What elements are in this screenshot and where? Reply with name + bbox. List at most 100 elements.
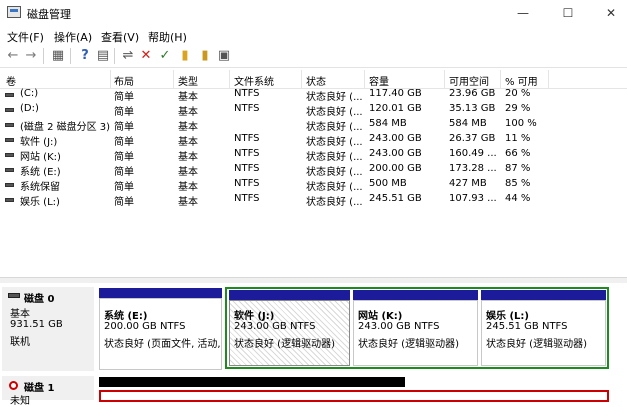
volume-row[interactable]: 系统 (E:) 简单 基本 NTFS 状态良好 (... 200.00 GB 1… — [0, 163, 627, 178]
partition-k-status: 状态良好 (逻辑驱动器) — [358, 339, 459, 350]
column-header-capacity[interactable]: 容量 — [369, 73, 389, 88]
column-divider[interactable] — [364, 70, 365, 88]
partition-k-size: 243.00 GB NTFS — [358, 321, 440, 332]
volume-row[interactable]: 软件 (J:) 简单 基本 NTFS 状态良好 (... 243.00 GB 2… — [0, 133, 627, 148]
toolbar-separator — [70, 48, 71, 64]
disk-1-area[interactable] — [99, 390, 609, 402]
column-header-volume[interactable]: 卷 — [6, 73, 16, 88]
volume-capacity: 245.51 GB — [369, 193, 422, 204]
properties-icon[interactable]: ▣ — [216, 48, 232, 64]
volume-layout: 简单 — [114, 197, 134, 208]
volume-capacity: 584 MB — [369, 118, 407, 129]
column-header-filesystem[interactable]: 文件系统 — [234, 73, 274, 88]
column-header-layout[interactable]: 布局 — [114, 73, 134, 88]
volume-capacity: 243.00 GB — [369, 148, 422, 159]
volume-row[interactable]: 网站 (K:) 简单 基本 NTFS 状态良好 (... 243.00 GB 1… — [0, 148, 627, 163]
column-header-percent-free[interactable]: % 可用 — [505, 73, 538, 88]
volume-percent-free: 44 % — [505, 193, 531, 204]
disk-icon — [8, 293, 20, 298]
forward-arrow-icon[interactable]: → — [23, 48, 39, 64]
volume-row[interactable]: 系统保留 简单 基本 NTFS 状态良好 (... 500 MB 427 MB … — [0, 178, 627, 193]
volume-free-space: 107.93 ... — [449, 193, 497, 204]
connect-icon[interactable]: ⇌ — [120, 48, 136, 64]
logical-drive-bar — [481, 290, 606, 300]
column-header-status[interactable]: 状态 — [306, 73, 326, 88]
volume-capacity: 120.01 GB — [369, 103, 422, 114]
volume-row[interactable]: (D:) 简单 基本 NTFS 状态良好 (... 120.01 GB 35.1… — [0, 103, 627, 118]
volume-free-space: 173.28 ... — [449, 163, 497, 174]
menu-file[interactable]: 文件(F) — [7, 29, 44, 45]
volume-layout: 简单 — [114, 92, 134, 103]
volume-name: (D:) — [20, 103, 39, 114]
column-divider[interactable] — [444, 70, 445, 88]
volume-percent-free: 85 % — [505, 178, 531, 189]
column-header-type[interactable]: 类型 — [178, 73, 198, 88]
column-divider[interactable] — [500, 70, 501, 88]
volume-layout: 简单 — [114, 182, 134, 193]
menu-help[interactable]: 帮助(H) — [148, 29, 187, 45]
delete-icon[interactable]: ✕ — [138, 48, 154, 64]
drive-icon — [5, 183, 14, 187]
drive-icon — [5, 138, 14, 142]
partition-j-size: 243.00 GB NTFS — [234, 321, 316, 332]
volume-type: 基本 — [178, 167, 198, 178]
volume-filesystem: NTFS — [234, 88, 260, 99]
volume-free-space: 584 MB — [449, 118, 487, 129]
volume-row[interactable]: (磁盘 2 磁盘分区 3) 简单 基本 状态良好 (... 584 MB 584… — [0, 118, 627, 133]
volume-layout: 简单 — [114, 137, 134, 148]
menu-action[interactable]: 操作(A) — [54, 29, 92, 45]
unallocated-bar — [99, 377, 405, 387]
volume-layout: 简单 — [114, 107, 134, 118]
volume-filesystem: NTFS — [234, 163, 260, 174]
volume-type: 基本 — [178, 137, 198, 148]
drive-icon — [5, 93, 14, 97]
menu-view[interactable]: 查看(V) — [101, 29, 139, 45]
volume-free-space: 23.96 GB — [449, 88, 496, 99]
console-tree-icon[interactable]: ▦ — [50, 48, 66, 64]
volume-type: 基本 — [178, 92, 198, 103]
maximize-button[interactable]: ☐ — [545, 0, 591, 26]
drive-icon — [5, 108, 14, 112]
list-view-icon[interactable]: ▤ — [95, 48, 111, 64]
volume-status: 状态良好 (... — [306, 182, 363, 193]
disk-0-size: 931.51 GB — [10, 319, 63, 330]
volume-layout: 简单 — [114, 122, 134, 133]
volume-row[interactable]: 娱乐 (L:) 简单 基本 NTFS 状态良好 (... 245.51 GB 1… — [0, 193, 627, 208]
partition-e-size: 200.00 GB NTFS — [104, 321, 186, 332]
close-button[interactable]: ✕ — [588, 0, 627, 26]
column-divider[interactable] — [110, 70, 111, 88]
column-divider[interactable] — [301, 70, 302, 88]
volume-filesystem: NTFS — [234, 178, 260, 189]
volume-percent-free: 100 % — [505, 118, 537, 129]
logical-drive-bar — [353, 290, 478, 300]
check-icon[interactable]: ✓ — [157, 48, 173, 64]
volume-free-space: 160.49 ... — [449, 148, 497, 159]
volume-filesystem: NTFS — [234, 103, 260, 114]
back-arrow-icon[interactable]: ← — [5, 48, 21, 64]
volume-capacity: 500 MB — [369, 178, 407, 189]
toolbar-separator — [114, 48, 115, 64]
column-header-free-space[interactable]: 可用空间 — [449, 73, 489, 88]
volume-capacity: 200.00 GB — [369, 163, 422, 174]
folder-icon[interactable]: ▮ — [177, 48, 193, 64]
volume-name: 系统保留 — [20, 182, 60, 193]
column-divider[interactable] — [229, 70, 230, 88]
column-divider[interactable] — [173, 70, 174, 88]
volume-free-space: 26.37 GB — [449, 133, 496, 144]
drive-icon — [5, 168, 14, 172]
volume-filesystem: NTFS — [234, 133, 260, 144]
volume-status: 状态良好 (... — [306, 107, 363, 118]
volume-row[interactable]: (C:) 简单 基本 NTFS 状态良好 (... 117.40 GB 23.9… — [0, 88, 627, 103]
new-folder-icon[interactable]: ▮ — [197, 48, 213, 64]
partition-k-name: 网站 (K:) — [358, 311, 403, 322]
volume-status: 状态良好 (... — [306, 137, 363, 148]
volume-capacity: 117.40 GB — [369, 88, 422, 99]
minimize-button[interactable]: — — [500, 0, 546, 26]
menu-bar — [0, 26, 627, 44]
volume-type: 基本 — [178, 122, 198, 133]
partition-e-status: 状态良好 (页面文件, 活动, — [104, 339, 220, 350]
help-icon[interactable]: ? — [77, 48, 93, 64]
disk-0-state: 联机 — [10, 337, 30, 348]
column-divider[interactable] — [548, 70, 549, 88]
window-title: 磁盘管理 — [27, 8, 71, 21]
